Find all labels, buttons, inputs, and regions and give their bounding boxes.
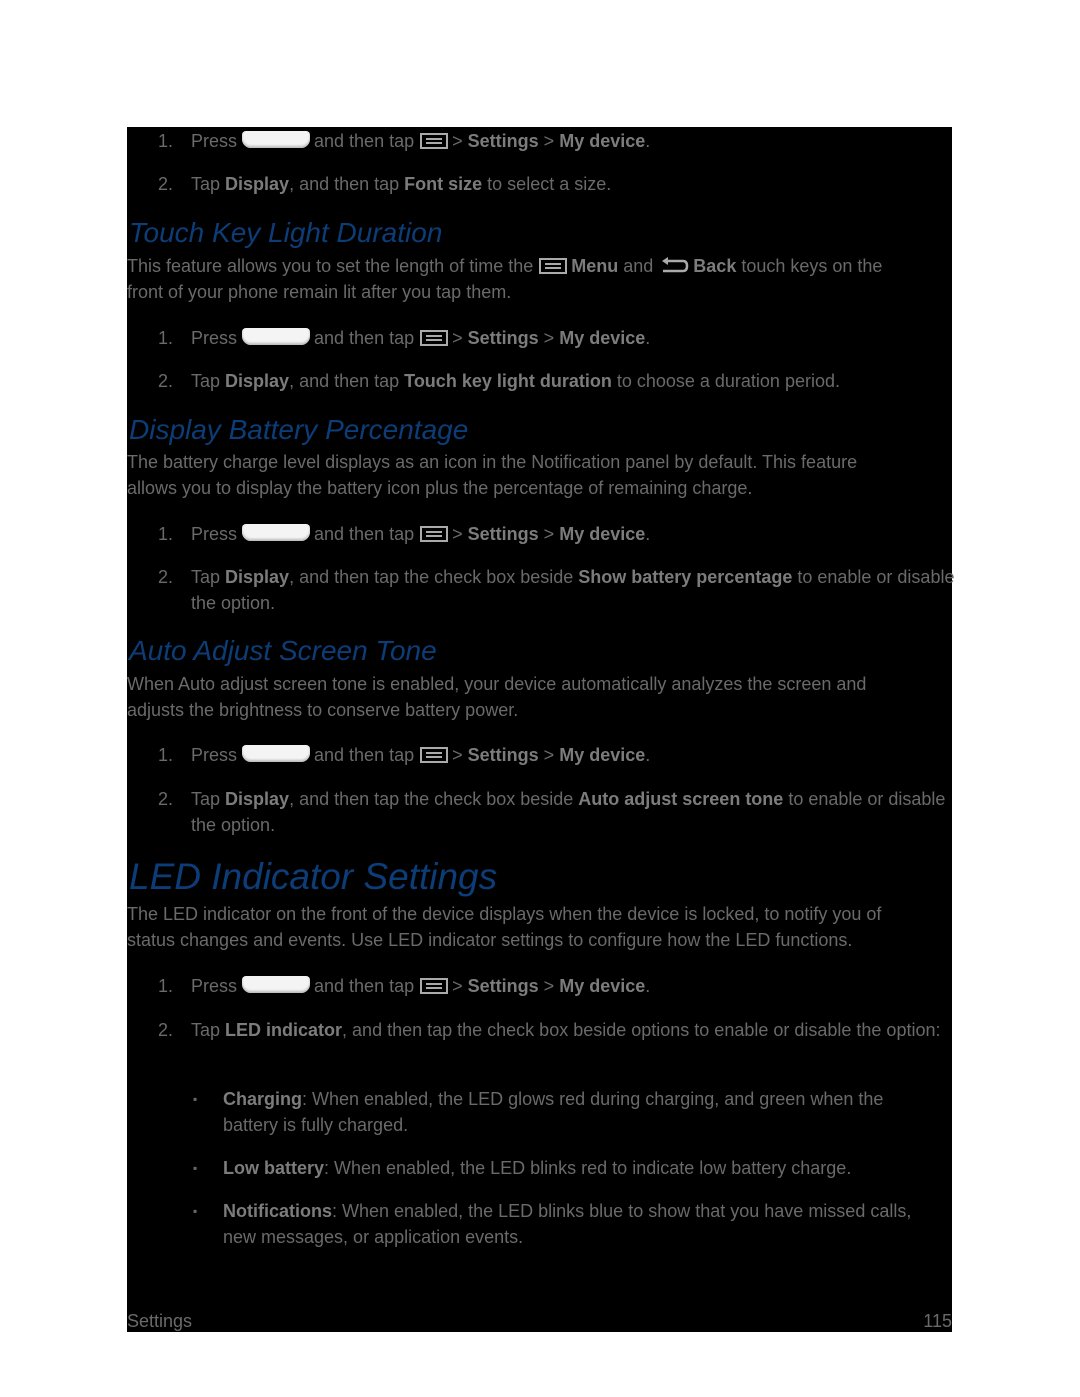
home-key-icon [242, 524, 311, 541]
menu-key-icon [420, 526, 449, 542]
menu-key-icon [420, 978, 449, 994]
bullet-icon: ▪ [193, 1161, 198, 1175]
heading-display-battery-percentage: Display Battery Percentage [129, 414, 469, 445]
menu-key-icon [420, 133, 449, 149]
page-number: 115 [923, 1311, 952, 1331]
home-key-icon [242, 328, 311, 345]
bullet-icon: ▪ [193, 1092, 198, 1106]
bullet-icon: ▪ [193, 1204, 198, 1218]
menu-key-icon [539, 258, 568, 274]
heading-auto-adjust-screen-tone: Auto Adjust Screen Tone [129, 635, 437, 666]
home-key-icon [242, 745, 311, 762]
heading-led-indicator-settings: LED Indicator Settings [129, 856, 498, 897]
back-key-icon [662, 257, 689, 273]
home-key-icon [242, 976, 311, 993]
home-key-icon [242, 131, 311, 148]
heading-touch-key-light-duration: Touch Key Light Duration [129, 217, 443, 248]
menu-key-icon [420, 330, 449, 346]
menu-key-icon [420, 747, 449, 763]
footer-section-name: Settings [127, 1311, 193, 1331]
manual-page: 1. Press and then tap > Settings > My devi… [127, 127, 954, 1332]
